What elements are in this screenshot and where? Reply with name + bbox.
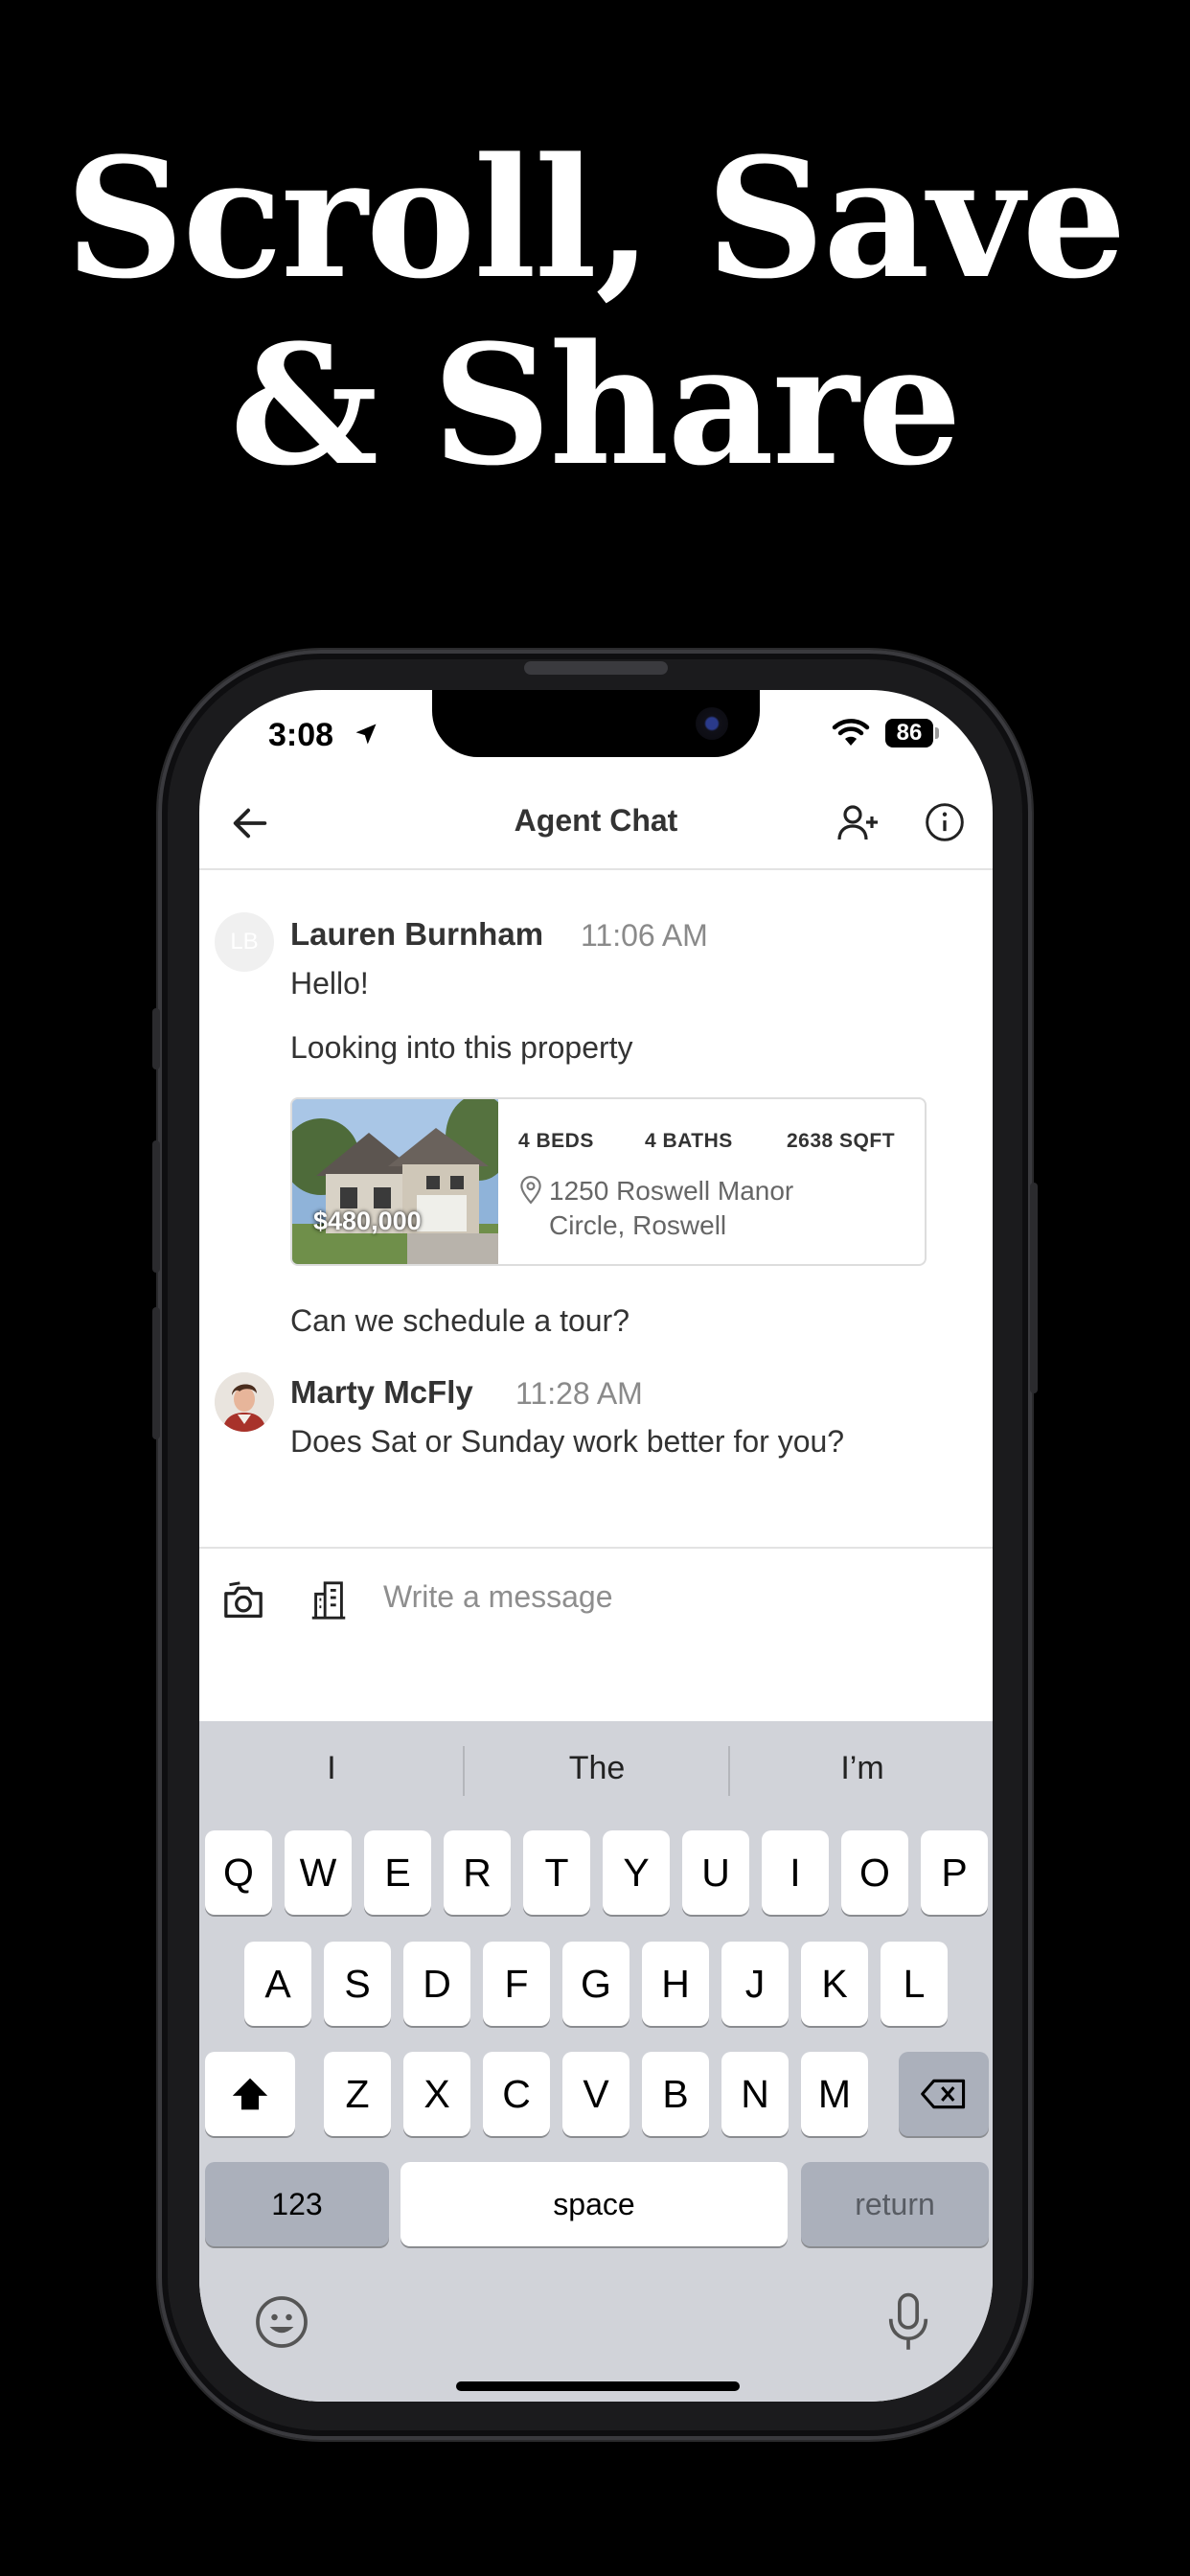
location-arrow-icon xyxy=(355,724,377,745)
mute-switch xyxy=(152,1008,160,1070)
nav-bar: Agent Chat xyxy=(199,776,993,870)
add-person-icon[interactable] xyxy=(835,799,881,845)
key-q[interactable]: Q xyxy=(205,1830,272,1915)
key-x[interactable]: X xyxy=(403,2052,470,2136)
delete-key[interactable] xyxy=(899,2052,989,2136)
home-indicator[interactable] xyxy=(456,2381,740,2391)
marketing-headline: Scroll, Save & Share xyxy=(0,125,1190,498)
battery-indicator: 86 xyxy=(885,719,933,748)
building-icon[interactable] xyxy=(307,1577,351,1622)
emoji-icon[interactable] xyxy=(253,2293,310,2351)
key-l[interactable]: L xyxy=(881,1942,948,2026)
key-w[interactable]: W xyxy=(285,1830,352,1915)
key-c[interactable]: C xyxy=(483,2052,550,2136)
message-text: Hello! xyxy=(290,966,369,1000)
headline-line-1: Scroll, Save xyxy=(65,121,1127,315)
key-i[interactable]: I xyxy=(762,1830,829,1915)
key-m[interactable]: M xyxy=(801,2052,868,2136)
key-d[interactable]: D xyxy=(403,1942,470,2026)
listing-baths: 4 BATHS xyxy=(645,1130,733,1152)
key-s[interactable]: S xyxy=(324,1942,391,2026)
key-t[interactable]: T xyxy=(523,1830,590,1915)
shift-key[interactable] xyxy=(205,2052,295,2136)
keyboard: I The I’m Q W E R T Y U I O P A S D F G … xyxy=(199,1721,993,2402)
power-button xyxy=(1030,1183,1038,1393)
suggestion-2[interactable]: The xyxy=(465,1750,729,1787)
phone-screen: 3:08 86 Agent Chat LB Lauren Burnham 11:… xyxy=(199,690,993,2402)
volume-down-button xyxy=(152,1307,160,1439)
listing-address: 1250 Roswell Manor Circle, Roswell xyxy=(549,1174,793,1243)
key-a[interactable]: A xyxy=(244,1942,311,2026)
key-f[interactable]: F xyxy=(483,1942,550,2026)
key-u[interactable]: U xyxy=(682,1830,749,1915)
wifi-icon xyxy=(832,719,870,746)
key-z[interactable]: Z xyxy=(324,2052,391,2136)
headline-line-2: & Share xyxy=(230,308,962,502)
message-text: Does Sat or Sunday work better for you? xyxy=(290,1424,845,1459)
sender-name: Marty McFly xyxy=(290,1374,473,1410)
key-h[interactable]: H xyxy=(642,1942,709,2026)
key-g[interactable]: G xyxy=(562,1942,629,2026)
listing-photo xyxy=(292,1099,498,1264)
avatar[interactable] xyxy=(215,1372,274,1432)
key-j[interactable]: J xyxy=(721,1942,789,2026)
return-key[interactable]: return xyxy=(801,2162,989,2246)
listing-card[interactable]: $480,000 4 BEDS 4 BATHS 2638 SQFT 1250 R… xyxy=(290,1097,927,1266)
key-o[interactable]: O xyxy=(841,1830,908,1915)
backspace-icon xyxy=(921,2079,966,2109)
microphone-icon[interactable] xyxy=(885,2290,931,2352)
listing-price: $480,000 xyxy=(313,1207,422,1235)
shift-icon xyxy=(232,2078,268,2110)
key-r[interactable]: R xyxy=(444,1830,511,1915)
key-n[interactable]: N xyxy=(721,2052,789,2136)
listing-beds: 4 BEDS xyxy=(518,1130,594,1152)
volume-up-button xyxy=(152,1140,160,1273)
info-icon[interactable] xyxy=(924,801,966,843)
location-pin-icon xyxy=(520,1176,541,1205)
camera-icon[interactable] xyxy=(222,1581,264,1620)
notch xyxy=(432,690,760,757)
message-input[interactable] xyxy=(381,1574,960,1620)
address-line-1: 1250 Roswell Manor xyxy=(549,1176,794,1206)
avatar[interactable]: LB xyxy=(215,912,274,972)
message-text: Looking into this property xyxy=(290,1030,633,1065)
status-time: 3:08 xyxy=(268,717,334,753)
sender-name: Lauren Burnham xyxy=(290,916,544,952)
message-composer xyxy=(199,1547,993,1721)
message-text: Can we schedule a tour? xyxy=(290,1303,629,1338)
suggestion-3[interactable]: I’m xyxy=(730,1750,993,1787)
battery-cap xyxy=(935,727,939,739)
key-v[interactable]: V xyxy=(562,2052,629,2136)
suggestion-1[interactable]: I xyxy=(199,1750,464,1787)
key-y[interactable]: Y xyxy=(603,1830,670,1915)
message-time: 11:06 AM xyxy=(581,918,708,953)
space-key[interactable]: space xyxy=(400,2162,788,2246)
listing-sqft: 2638 SQFT xyxy=(787,1130,896,1152)
key-k[interactable]: K xyxy=(801,1942,868,2026)
address-line-2: Circle, Roswell xyxy=(549,1210,727,1240)
numbers-key[interactable]: 123 xyxy=(205,2162,389,2246)
front-camera xyxy=(696,707,728,740)
message-time: 11:28 AM xyxy=(515,1376,643,1411)
key-e[interactable]: E xyxy=(364,1830,431,1915)
key-p[interactable]: P xyxy=(921,1830,988,1915)
earpiece-speaker xyxy=(524,661,668,675)
key-b[interactable]: B xyxy=(642,2052,709,2136)
